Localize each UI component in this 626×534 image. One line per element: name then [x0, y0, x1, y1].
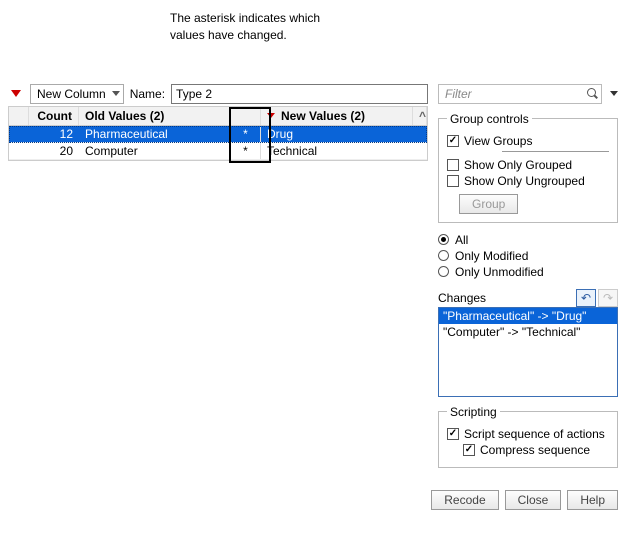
cell-new[interactable]: Technical	[261, 143, 413, 159]
filter-radios: All Only Modified Only Unmodified	[438, 231, 618, 281]
group-controls-legend: Group controls	[447, 112, 532, 126]
caption-line1: The asterisk indicates which	[170, 11, 320, 25]
header-new-values[interactable]: New Values (2)	[261, 107, 413, 125]
filter-menu-icon[interactable]	[610, 91, 618, 96]
chevron-down-icon	[112, 91, 120, 96]
compress-sequence-checkbox[interactable]: Compress sequence	[463, 443, 609, 457]
recode-table: Count Old Values (2) New Values (2) ^ 12…	[8, 106, 428, 161]
table-row[interactable]: 12 Pharmaceutical * Drug	[9, 126, 427, 143]
column-dropdown-label: New Column	[37, 87, 106, 101]
show-only-grouped-label: Show Only Grouped	[464, 158, 572, 172]
radio-only-modified[interactable]: Only Modified	[438, 249, 618, 263]
header-old-values[interactable]: Old Values (2)	[79, 107, 231, 125]
help-button[interactable]: Help	[567, 490, 618, 510]
cell-count: 20	[29, 143, 79, 159]
header-new-label: New Values (2)	[281, 109, 365, 123]
column-dropdown[interactable]: New Column	[30, 84, 124, 104]
checkbox-icon	[447, 428, 459, 440]
filter-placeholder: Filter	[445, 87, 583, 101]
cell-count: 12	[29, 126, 79, 142]
radio-icon	[438, 250, 449, 261]
radio-icon	[438, 234, 449, 245]
caption-text: The asterisk indicates which values have…	[170, 10, 370, 44]
script-sequence-label: Script sequence of actions	[464, 427, 605, 441]
checkbox-icon	[447, 135, 459, 147]
cell-asterisk: *	[231, 143, 261, 159]
view-groups-label: View Groups	[464, 134, 532, 148]
group-controls-fieldset: Group controls View Groups Show Only Gro…	[438, 112, 618, 223]
name-label: Name:	[130, 87, 165, 101]
divider	[502, 151, 609, 152]
name-input[interactable]	[171, 84, 428, 104]
radio-all-label: All	[455, 233, 468, 247]
changes-list[interactable]: "Pharmaceutical" -> "Drug" "Computer" ->…	[438, 307, 618, 397]
cell-asterisk: *	[231, 126, 261, 142]
checkbox-icon	[447, 159, 459, 171]
show-only-grouped-checkbox[interactable]: Show Only Grouped	[447, 158, 609, 172]
recode-button[interactable]: Recode	[431, 490, 498, 510]
filter-input[interactable]: Filter	[438, 84, 602, 104]
caption-line2: values have changed.	[170, 28, 287, 42]
undo-button[interactable]: ↶	[576, 289, 596, 307]
radio-only-unmodified-label: Only Unmodified	[455, 265, 544, 279]
scripting-fieldset: Scripting Script sequence of actions Com…	[438, 405, 618, 468]
header-sort-indicator[interactable]: ^	[413, 107, 427, 125]
scripting-legend: Scripting	[447, 405, 500, 419]
search-icon	[587, 88, 599, 100]
checkbox-icon	[447, 175, 459, 187]
close-button[interactable]: Close	[505, 490, 562, 510]
header-asterisk	[231, 107, 261, 125]
header-spacer	[9, 107, 29, 125]
checkbox-icon	[463, 444, 475, 456]
changes-label: Changes	[438, 291, 486, 305]
cell-old: Pharmaceutical	[79, 126, 231, 142]
changes-list-item[interactable]: "Pharmaceutical" -> "Drug"	[439, 308, 617, 324]
panel-toggle-icon[interactable]	[11, 90, 21, 97]
view-groups-checkbox[interactable]: View Groups	[447, 134, 609, 148]
changes-list-item[interactable]: "Computer" -> "Technical"	[439, 324, 617, 340]
header-count[interactable]: Count	[29, 107, 79, 125]
show-only-ungrouped-checkbox[interactable]: Show Only Ungrouped	[447, 174, 609, 188]
dialog-buttons: Recode Close Help	[0, 484, 626, 520]
table-row[interactable]: 20 Computer * Technical	[9, 143, 427, 160]
redo-button[interactable]: ↷	[598, 289, 618, 307]
radio-icon	[438, 266, 449, 277]
cell-new[interactable]: Drug	[261, 126, 413, 142]
radio-only-unmodified[interactable]: Only Unmodified	[438, 265, 618, 279]
compress-sequence-label: Compress sequence	[480, 443, 590, 457]
radio-all[interactable]: All	[438, 233, 618, 247]
show-only-ungrouped-label: Show Only Ungrouped	[464, 174, 585, 188]
group-button[interactable]: Group	[459, 194, 518, 214]
header-menu-icon[interactable]	[267, 113, 275, 118]
radio-only-modified-label: Only Modified	[455, 249, 528, 263]
script-sequence-checkbox[interactable]: Script sequence of actions	[447, 427, 609, 441]
cell-old: Computer	[79, 143, 231, 159]
